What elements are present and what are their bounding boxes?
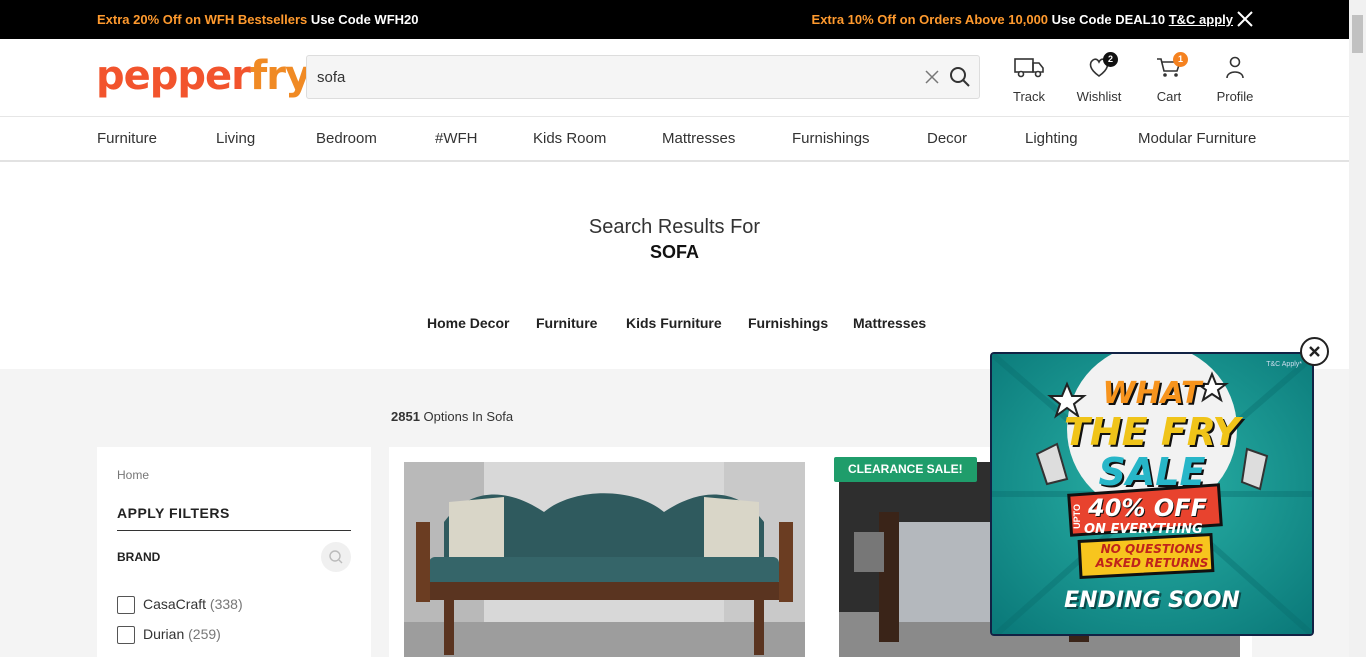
clear-icon[interactable]: [923, 68, 941, 86]
filter-panel: Home APPLY FILTERS BRAND CasaCraft (338)…: [97, 447, 371, 657]
cart-button[interactable]: 1 Cart: [1153, 52, 1188, 104]
brand-option-count: (259): [188, 626, 221, 642]
nav-item-furnishings[interactable]: Furnishings: [792, 130, 870, 147]
category-furnishings[interactable]: Furnishings: [748, 315, 828, 331]
close-icon: [1309, 346, 1320, 357]
nav-item-lighting[interactable]: Lighting: [1025, 130, 1078, 147]
result-count-text: Options In Sofa: [419, 409, 514, 424]
popup-close-button[interactable]: [1300, 337, 1329, 366]
scrollbar[interactable]: [1349, 0, 1366, 657]
search-input[interactable]: [317, 66, 897, 88]
checkbox[interactable]: [117, 626, 135, 645]
nav-item-living[interactable]: Living: [216, 130, 255, 147]
track-label: Track: [1012, 89, 1046, 104]
truck-icon: [1014, 58, 1044, 78]
scrollbar-thumb[interactable]: [1352, 15, 1363, 53]
brand-option-name: Durian: [143, 626, 185, 642]
results-header: Search Results For SOFA Home Decor Furni…: [0, 162, 1349, 369]
page: Extra 20% Off on WFH Bestsellers Use Cod…: [0, 0, 1366, 657]
promo-right-code: Use Code DEAL10: [1048, 12, 1169, 27]
sale-popup[interactable]: T&C Apply* WHAT THE FRY SALE UPTO 40% OF…: [990, 352, 1314, 636]
wishlist-icon-wrap: 2: [1083, 52, 1118, 79]
close-icon[interactable]: [1236, 10, 1254, 28]
user-icon: [1226, 56, 1244, 79]
search-bar: [306, 55, 980, 99]
main-nav: Furniture Living Bedroom #WFH Kids Room …: [0, 116, 1349, 162]
cart-label: Cart: [1156, 89, 1182, 104]
popup-line1: WHAT: [1102, 376, 1202, 411]
popup-returns-2: ASKED RETURNS: [1095, 556, 1209, 570]
nav-item-bedroom[interactable]: Bedroom: [316, 130, 377, 147]
nav-item-mattresses[interactable]: Mattresses: [662, 130, 735, 147]
results-query: SOFA: [649, 242, 699, 262]
nav-item-furniture[interactable]: Furniture: [97, 130, 157, 147]
header: pepperfry Track: [0, 39, 1349, 116]
category-mattresses[interactable]: Mattresses: [853, 315, 926, 331]
popup-offer: 40% OFF: [1088, 494, 1207, 522]
brand-search-button[interactable]: [321, 542, 351, 572]
popup-tnc: T&C Apply*: [1266, 361, 1302, 368]
logo-part2: fry: [249, 53, 311, 99]
results-heading: Search Results For: [588, 216, 761, 238]
popup-line2: THE FRY: [1063, 410, 1241, 454]
profile-label: Profile: [1216, 89, 1254, 104]
search-icon[interactable]: [949, 66, 971, 88]
category-home-decor[interactable]: Home Decor: [427, 315, 509, 331]
result-count-number: 2851: [391, 409, 420, 424]
brand-filter-label: BRAND: [117, 550, 161, 564]
nav-item-wfh[interactable]: #WFH: [435, 130, 478, 147]
promo-left-highlight: Extra 20% Off on WFH Bestsellers: [97, 12, 308, 27]
search-icon: [329, 550, 343, 564]
wishlist-count-badge: 2: [1103, 52, 1118, 67]
brand-option-name: CasaCraft: [143, 596, 207, 612]
cart-count-badge: 1: [1173, 52, 1188, 67]
clearance-badge: CLEARANCE SALE!: [834, 457, 977, 482]
logo-part1: pepper: [96, 53, 251, 99]
nav-item-kids-room[interactable]: Kids Room: [533, 130, 606, 147]
promo-bar: Extra 20% Off on WFH Bestsellers Use Cod…: [0, 0, 1349, 39]
popup-upto: UPTO: [1072, 504, 1082, 529]
tnc-link[interactable]: T&C apply: [1169, 12, 1233, 27]
track-button[interactable]: Track: [1012, 55, 1046, 104]
brand-option[interactable]: Durian (259): [117, 626, 221, 645]
popup-offer-sub: ON EVERYTHING: [1084, 522, 1203, 537]
promo-left[interactable]: Extra 20% Off on WFH Bestsellers Use Cod…: [97, 12, 418, 27]
category-kids-furniture[interactable]: Kids Furniture: [626, 315, 722, 331]
wishlist-button[interactable]: 2 Wishlist: [1074, 52, 1124, 104]
popup-returns-1: NO QUESTIONS: [1100, 542, 1204, 556]
filters-title: APPLY FILTERS: [117, 505, 351, 531]
popup-line3: SALE: [1098, 450, 1206, 494]
product-card[interactable]: [389, 447, 821, 657]
popup-ending: ENDING SOON: [1064, 588, 1240, 613]
promo-right-highlight: Extra 10% Off on Orders Above 10,000: [811, 12, 1049, 27]
promo-left-code: Use Code WFH20: [307, 12, 419, 27]
category-furniture[interactable]: Furniture: [536, 315, 597, 331]
wishlist-label: Wishlist: [1076, 89, 1122, 104]
cart-icon-wrap: 1: [1153, 52, 1188, 79]
result-count: 2851 Options In Sofa: [391, 409, 513, 424]
promo-right: Extra 10% Off on Orders Above 10,000 Use…: [812, 12, 1233, 27]
nav-item-modular-furniture[interactable]: Modular Furniture: [1138, 130, 1256, 147]
product-image[interactable]: [404, 462, 805, 657]
nav-item-decor[interactable]: Decor: [927, 130, 967, 147]
profile-button[interactable]: Profile: [1216, 55, 1254, 104]
brand-option[interactable]: CasaCraft (338): [117, 596, 243, 615]
logo[interactable]: pepperfry: [96, 53, 311, 99]
checkbox[interactable]: [117, 596, 135, 615]
brand-option-count: (338): [209, 596, 243, 612]
breadcrumb[interactable]: Home: [117, 468, 149, 482]
